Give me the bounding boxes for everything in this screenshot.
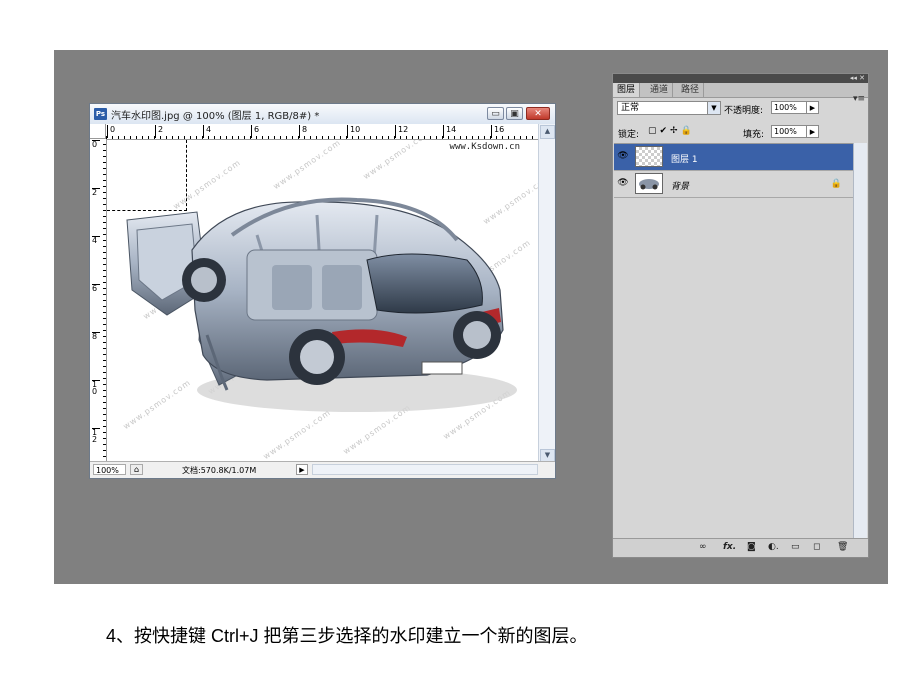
tab-layers[interactable]: 图层 — [613, 83, 641, 97]
opacity-slider-arrow-icon[interactable]: ▶ — [806, 101, 819, 114]
ruler-v-label: 0 — [92, 140, 100, 149]
lock-icon: 🔒 — [830, 179, 842, 189]
visibility-eye-icon[interactable]: 👁 — [617, 151, 629, 162]
trash-icon[interactable]: 🗑 — [837, 541, 848, 554]
ruler-h-label: 12 — [395, 125, 408, 138]
fill-field[interactable]: 100% — [771, 125, 807, 138]
document-title: 汽车水印图.jpg @ 100% (图层 1, RGB/8#) * — [111, 111, 320, 122]
ruler-v-label: 10 — [92, 380, 100, 396]
vertical-ruler[interactable]: 0 2 4 6 8 10 12 — [90, 139, 107, 463]
scroll-up-icon[interactable]: ▲ — [540, 125, 555, 139]
fill-label: 填充: — [743, 130, 765, 140]
new-layer-icon[interactable]: ◻ — [813, 541, 820, 554]
panel-header-bar[interactable]: ◂◂ ✕ — [613, 74, 868, 83]
ruler-h-label: 0 — [107, 125, 115, 138]
tab-channels[interactable]: 通道 — [646, 83, 674, 97]
layers-list: 👁 图层 1 👁 背景 🔒 — [614, 143, 854, 540]
ruler-v-label: 2 — [92, 188, 100, 197]
status-info-icon[interactable]: ⌂ — [130, 464, 143, 475]
layer-thumbnail — [635, 146, 663, 167]
layer-row-layer-1[interactable]: 👁 图层 1 — [614, 144, 854, 171]
chevron-down-icon[interactable]: ▼ — [707, 102, 720, 114]
mask-icon[interactable]: ◙ — [747, 541, 756, 554]
minimize-button[interactable]: ▭ — [487, 107, 504, 120]
link-icon[interactable]: ∞ — [699, 541, 707, 554]
ruler-h-label: 2 — [155, 125, 163, 138]
site-watermark: www.Ksdown.cn — [449, 142, 520, 152]
marquee-selection — [107, 140, 187, 211]
ruler-v-label: 12 — [92, 428, 100, 444]
ruler-v-label: 4 — [92, 236, 100, 245]
panel-scrollbar[interactable] — [853, 143, 867, 539]
panel-footer-toolbar: ∞ fx. ◙ ◐. ▭ ◻ 🗑 — [613, 538, 868, 557]
status-menu-arrow-icon[interactable]: ▶ — [296, 464, 308, 475]
lock-label: 锁定: — [618, 130, 640, 140]
fx-icon[interactable]: fx. — [723, 541, 736, 554]
ruler-origin[interactable] — [90, 124, 106, 139]
horizontal-ruler[interactable]: 0 2 4 6 8 10 12 14 16 — [106, 124, 540, 140]
image-canvas[interactable]: www.psmov.com www.psmov.com www.psmov.co… — [107, 140, 540, 462]
ruler-h-label: 4 — [203, 125, 211, 138]
ruler-h-label: 16 — [491, 125, 504, 138]
vertical-scrollbar[interactable]: ▲ ▼ — [538, 124, 555, 464]
layer-thumbnail — [635, 173, 663, 194]
layer-row-background[interactable]: 👁 背景 🔒 — [614, 171, 854, 198]
lock-options-icon[interactable]: ▢✔✢🔒 — [648, 126, 695, 136]
ruler-h-label: 10 — [347, 125, 360, 138]
layer-name: 背景 — [671, 182, 690, 192]
opacity-field[interactable]: 100% — [771, 101, 807, 114]
document-window: Ps 汽车水印图.jpg @ 100% (图层 1, RGB/8#) * ▭ ▣… — [89, 103, 556, 479]
group-icon[interactable]: ▭ — [791, 541, 800, 554]
adjustment-icon[interactable]: ◐. — [768, 541, 779, 554]
document-title-bar[interactable]: Ps 汽车水印图.jpg @ 100% (图层 1, RGB/8#) * ▭ ▣… — [90, 104, 555, 125]
ruler-v-label: 6 — [92, 284, 100, 293]
document-size-info: 文档:570.8K/1.07M — [182, 466, 257, 475]
layer-name: 图层 1 — [671, 155, 698, 165]
photoshop-app-icon: Ps — [94, 108, 107, 120]
status-bar: 100% ⌂ 文档:570.8K/1.07M ▶ — [90, 461, 555, 478]
opacity-label: 不透明度: — [724, 106, 764, 116]
visibility-eye-icon[interactable]: 👁 — [617, 178, 629, 189]
close-button[interactable]: ✕ — [526, 107, 550, 120]
panel-tabs: 图层 通道 路径 ▾≡ — [613, 83, 868, 104]
ruler-h-label: 14 — [443, 125, 456, 138]
fill-slider-arrow-icon[interactable]: ▶ — [806, 125, 819, 138]
ruler-h-label: 6 — [251, 125, 259, 138]
zoom-field[interactable]: 100% — [93, 464, 126, 475]
blend-mode-select[interactable]: 正常 ▼ — [617, 101, 721, 115]
instruction-caption: 4、按快捷键 Ctrl+J 把第三步选择的水印建立一个新的图层。 — [106, 626, 588, 646]
ruler-h-label: 8 — [299, 125, 307, 138]
collapse-close-icon[interactable]: ◂◂ ✕ — [850, 74, 865, 83]
panel-menu-icon[interactable]: ▾≡ — [853, 92, 865, 106]
blend-mode-value: 正常 — [621, 103, 640, 113]
horizontal-scrollbar[interactable] — [312, 464, 538, 475]
ruler-v-label: 8 — [92, 332, 100, 341]
tab-paths[interactable]: 路径 — [677, 83, 705, 97]
layers-panel: ◂◂ ✕ 图层 通道 路径 ▾≡ 正常 ▼ 不透明度: 100% ▶ 锁定: ▢… — [612, 73, 869, 558]
restore-button[interactable]: ▣ — [506, 107, 523, 120]
